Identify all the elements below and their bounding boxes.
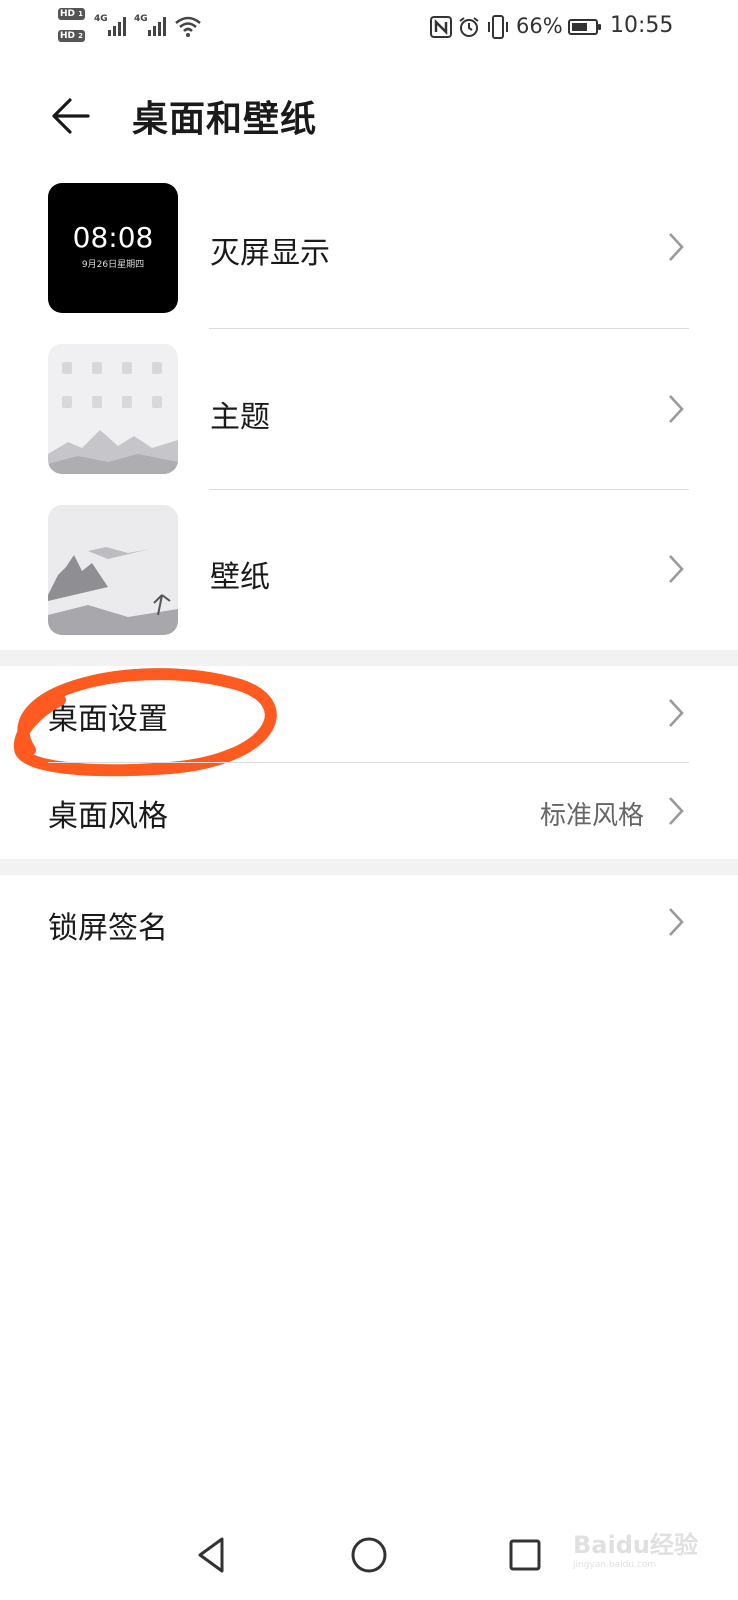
theme-row[interactable]: 主题 bbox=[0, 340, 738, 490]
back-arrow-icon bbox=[52, 98, 90, 134]
hd-indicators: HD 1 HD 2 bbox=[58, 8, 90, 48]
theme-thumbnail bbox=[48, 344, 178, 474]
status-time: 10:55 bbox=[610, 13, 674, 38]
lock-signature-label: 锁屏签名 bbox=[48, 911, 168, 946]
wifi-icon bbox=[175, 16, 201, 37]
battery-percent: 66% bbox=[516, 14, 563, 38]
aod-row[interactable]: 08:08 9月26日星期四 灭屏显示 bbox=[0, 180, 738, 328]
nfc-icon bbox=[430, 16, 452, 38]
wallpaper-preview-image bbox=[48, 547, 178, 635]
chevron-right-icon bbox=[669, 797, 684, 825]
hd2-badge: HD 2 bbox=[58, 30, 86, 42]
aod-preview-date: 9月26日星期四 bbox=[81, 260, 145, 270]
square-recents-icon bbox=[509, 1539, 541, 1571]
hd1-label: HD bbox=[60, 9, 76, 19]
aod-label: 灭屏显示 bbox=[210, 236, 330, 271]
nav-home-button[interactable] bbox=[344, 1530, 394, 1580]
signal1-icon bbox=[108, 14, 126, 36]
aod-preview-time: 08:08 bbox=[72, 221, 154, 254]
battery-fill bbox=[572, 23, 587, 31]
desktop-style-label: 桌面风格 bbox=[48, 799, 168, 834]
triangle-back-icon bbox=[198, 1537, 224, 1573]
navigation-bar: Baidu经验 jingyan.baidu.com bbox=[0, 1510, 738, 1600]
net1-label: 4G bbox=[94, 14, 108, 24]
circle-home-icon bbox=[351, 1537, 387, 1573]
chevron-right-icon bbox=[669, 908, 684, 936]
hd2-label: HD bbox=[60, 31, 76, 41]
desktop-style-row[interactable]: 桌面风格 标准风格 bbox=[0, 763, 738, 859]
net2-label: 4G bbox=[134, 14, 148, 24]
divider bbox=[209, 489, 689, 490]
theme-label: 主题 bbox=[210, 400, 270, 435]
wallpaper-row[interactable]: 壁纸 bbox=[0, 500, 738, 650]
desktop-style-value: 标准风格 bbox=[539, 801, 644, 831]
signal2-icon bbox=[148, 14, 166, 36]
aod-thumbnail: 08:08 9月26日星期四 bbox=[48, 183, 178, 313]
battery-icon bbox=[568, 19, 601, 35]
nav-back-button[interactable] bbox=[188, 1530, 238, 1580]
section-gap bbox=[0, 859, 738, 875]
vibrate-icon bbox=[488, 15, 508, 39]
app-bar: 桌面和壁纸 bbox=[0, 70, 738, 160]
chevron-right-icon bbox=[669, 233, 684, 261]
back-button[interactable] bbox=[44, 88, 100, 144]
watermark-brand: Baidu经验 bbox=[573, 1531, 698, 1559]
page-title: 桌面和壁纸 bbox=[132, 99, 318, 140]
chevron-right-icon bbox=[669, 395, 684, 423]
hd1-sub: 1 bbox=[78, 10, 84, 18]
baidu-watermark: Baidu经验 jingyan.baidu.com bbox=[573, 1525, 698, 1570]
lock-signature-row[interactable]: 锁屏签名 bbox=[0, 875, 738, 971]
wallpaper-thumbnail bbox=[48, 505, 178, 635]
watermark-url: jingyan.baidu.com bbox=[573, 1560, 657, 1570]
hd2-sub: 2 bbox=[78, 32, 84, 40]
chevron-right-icon bbox=[669, 555, 684, 583]
divider bbox=[209, 328, 689, 329]
alarm-icon bbox=[459, 17, 479, 37]
status-bar: HD 1 HD 2 4G 4G 66% 10:55 bbox=[0, 0, 738, 56]
chevron-right-icon bbox=[669, 699, 684, 727]
wallpaper-label: 壁纸 bbox=[210, 560, 270, 595]
theme-preview-image bbox=[48, 362, 178, 474]
hd1-badge: HD 1 bbox=[58, 8, 86, 20]
nav-recents-button[interactable] bbox=[500, 1530, 550, 1580]
